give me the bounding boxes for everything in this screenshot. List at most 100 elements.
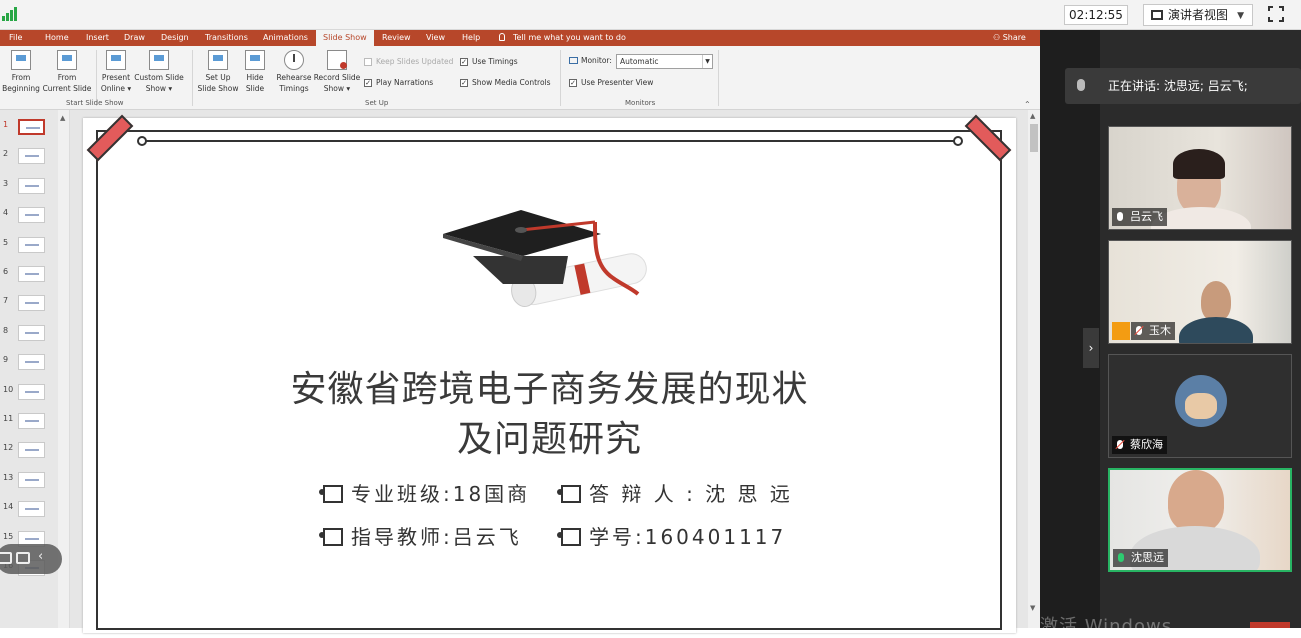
ribbon-tabs: File Home Insert Draw Design Transitions… (0, 30, 1040, 46)
muted-microphone-icon (1117, 440, 1123, 449)
from-beginning-label-2: Beginning (2, 84, 40, 93)
tab-view[interactable]: View (426, 30, 445, 46)
participant-name: 沈思远 (1131, 551, 1164, 564)
slide-number: 10 (3, 384, 14, 394)
tab-home[interactable]: Home (45, 30, 69, 46)
participant-tile[interactable]: 玉木 (1108, 240, 1292, 344)
slide-thumbnail[interactable]: 9 (0, 353, 58, 383)
ribbon-slide-show: From Beginning From Current Slide Presen… (0, 46, 1040, 110)
participant-face (1201, 281, 1231, 321)
meeting-participant-panel: 正在讲话: 沈思远; 吕云飞; › 吕云飞 玉木 蔡欣海 沈思远 (1040, 30, 1301, 628)
slide-thumbnail[interactable]: 13 (0, 471, 58, 501)
tab-insert[interactable]: Insert (86, 30, 109, 46)
tab-slide-show[interactable]: Slide Show (316, 30, 374, 46)
use-presenter-view-checkbox[interactable]: ✓ Use Presenter View (569, 77, 653, 89)
scroll-thumb[interactable] (1030, 124, 1038, 152)
slide-scrollbar[interactable]: ▲ ▼ (1028, 110, 1040, 628)
scroll-up-icon[interactable]: ▲ (1030, 112, 1035, 120)
collapse-ribbon-icon[interactable]: ⌃ (1024, 100, 1031, 109)
group-label-monitors: Monitors (625, 99, 656, 107)
rehearse-label-1: Rehearse (276, 73, 312, 82)
slide-number: 4 (3, 208, 9, 218)
show-media-controls-checkbox[interactable]: ✓ Show Media Controls (460, 77, 551, 89)
advisor-value: 指导教师:吕云飞 (351, 525, 522, 549)
from-current-label-1: From (57, 73, 77, 82)
signal-strength-icon (2, 7, 18, 21)
rehearse-timings-button[interactable]: Rehearse Timings (276, 50, 312, 94)
tab-transitions[interactable]: Transitions (205, 30, 248, 46)
slide-thumbnail-image (18, 236, 45, 253)
use-timings-checkbox[interactable]: ✓ Use Timings (460, 56, 518, 68)
slide-thumbnail-image (18, 148, 45, 165)
present-online-icon (106, 50, 126, 70)
slide-thumbnail[interactable]: 1 (0, 118, 58, 148)
hide-slide-button[interactable]: Hide Slide (242, 50, 268, 94)
tab-file[interactable]: File (9, 30, 22, 46)
monitor-icon (569, 57, 578, 64)
slide-thumbnail[interactable]: 11 (0, 412, 58, 442)
slide-thumbnail[interactable]: 8 (0, 324, 58, 354)
tell-me-search[interactable]: Tell me what you want to do (499, 30, 626, 46)
from-current-label-2: Current Slide (42, 84, 92, 93)
record-slide-show-button[interactable]: Record Slide Show ▾ (313, 50, 361, 94)
group-divider (192, 50, 193, 106)
slide-thumbnail[interactable]: 2 (0, 147, 58, 177)
tab-design[interactable]: Design (161, 30, 189, 46)
slide-thumbnail[interactable]: 6 (0, 265, 58, 295)
check-icon: ✓ (460, 79, 468, 87)
set-up-slide-show-button[interactable]: Set Up Slide Show (196, 50, 240, 94)
tab-animations[interactable]: Animations (263, 30, 308, 46)
stopwatch-icon (284, 50, 304, 70)
check-icon: ✓ (364, 79, 372, 87)
slide-thumbnail[interactable]: 7 (0, 294, 58, 324)
presenter-view-dropdown[interactable]: 演讲者视图 ▼ (1143, 4, 1253, 26)
present-online-button[interactable]: Present Online ▾ (98, 50, 134, 94)
host-icon (1112, 322, 1130, 340)
checkbox-box (364, 58, 372, 66)
presenter-icon (557, 485, 581, 503)
presenter-icon (557, 528, 581, 546)
slide-thumbnail[interactable]: 10 (0, 383, 58, 413)
participant-tile-active-speaker[interactable]: 沈思远 (1108, 468, 1292, 572)
chevron-down-icon: ▼ (702, 55, 712, 68)
slide-number: 1 (3, 120, 9, 129)
fullscreen-icon[interactable] (1267, 5, 1285, 23)
from-beginning-button[interactable]: From Beginning (2, 50, 40, 94)
from-current-slide-button[interactable]: From Current Slide (42, 50, 92, 94)
slide-thumbnail-image (18, 207, 45, 224)
share-button[interactable]: ⚇ Share (993, 30, 1026, 46)
tab-draw[interactable]: Draw (124, 30, 145, 46)
scroll-down-icon[interactable]: ▼ (1030, 604, 1035, 612)
participant-tile[interactable]: 吕云飞 (1108, 126, 1292, 230)
screen-icon[interactable] (0, 552, 12, 564)
slide-thumbnail[interactable]: 3 (0, 177, 58, 207)
slide-thumbnail[interactable]: 4 (0, 206, 58, 236)
monitor-select[interactable]: Automatic ▼ (616, 54, 713, 69)
play-narrations-checkbox[interactable]: ✓ Play Narrations (364, 77, 433, 89)
chevron-left-icon[interactable]: ‹ (38, 549, 43, 564)
monitor-select-value: Automatic (620, 57, 659, 66)
participant-name-tag: 沈思远 (1113, 549, 1168, 567)
participant-tile[interactable]: 蔡欣海 (1108, 354, 1292, 458)
from-beginning-label-1: From (11, 73, 31, 82)
slide-number: 14 (3, 502, 14, 512)
participant-face (1168, 470, 1224, 532)
group-divider (718, 50, 719, 106)
presenter-view-check-label: Use Presenter View (581, 78, 654, 87)
slide-thumbnail[interactable]: 14 (0, 500, 58, 530)
slide-thumbnail[interactable]: 12 (0, 441, 58, 471)
tab-help[interactable]: Help (462, 30, 480, 46)
chat-icon[interactable] (16, 552, 30, 564)
scroll-up-icon[interactable]: ▲ (60, 114, 65, 122)
custom-slide-show-button[interactable]: Custom Slide Show ▾ (134, 50, 184, 94)
group-divider (96, 50, 97, 106)
play-narrations-label: Play Narrations (376, 78, 434, 87)
custom-show-label-1: Custom Slide (134, 73, 184, 82)
slide-canvas[interactable]: 安徽省跨境电子商务发展的现状 及问题研究 专业班级:18国商 答 辩 人 : 沈… (83, 114, 1016, 633)
chevron-down-icon: ▼ (1237, 11, 1244, 21)
tab-review[interactable]: Review (382, 30, 411, 46)
check-icon: ✓ (460, 58, 468, 66)
slideshow-current-icon (57, 50, 77, 70)
expand-panel-button[interactable]: › (1083, 328, 1099, 368)
slide-thumbnail[interactable]: 5 (0, 236, 58, 266)
